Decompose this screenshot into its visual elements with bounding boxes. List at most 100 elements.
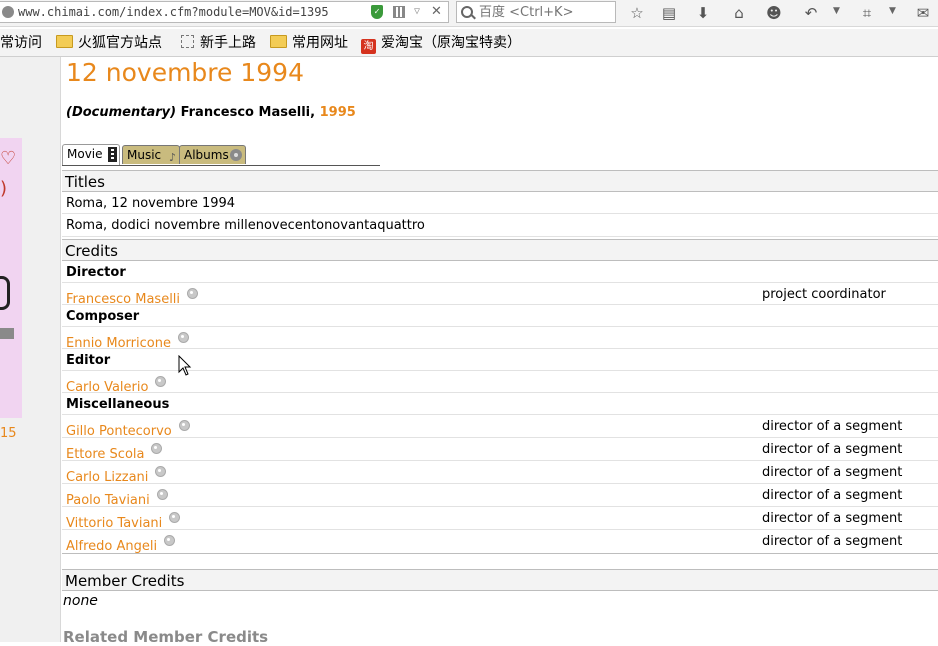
credit-row: Alfredo Angeli director of a segment — [62, 530, 938, 554]
undo-icon[interactable]: ↶ — [801, 3, 821, 23]
close-icon[interactable]: ✕ — [431, 2, 442, 22]
person-link[interactable]: Gillo Pontecorvo — [66, 424, 172, 439]
title-text: Roma, dodici novembre millenovecentonova… — [66, 218, 425, 233]
credit-row: Carlo Lizzani director of a segment — [62, 461, 938, 485]
tab-albums[interactable]: Albums — [179, 145, 246, 164]
music-note-icon: ♪ — [168, 151, 176, 164]
poster-art-shape: ) — [0, 178, 8, 199]
search-icon — [461, 6, 473, 18]
browser-toolbar: www.chimai.com/index.cfm?module=MOV&id=1… — [0, 0, 938, 27]
credits-heading: Credits — [62, 239, 938, 261]
bookmark-label: 火狐官方站点 — [78, 35, 162, 51]
credit-row: Paolo Taviani director of a segment — [62, 484, 938, 508]
credit-row: Francesco Maselli project coordinator — [62, 283, 938, 307]
group-miscellaneous: Miscellaneous — [66, 397, 170, 412]
director-name: Francesco Maselli, — [180, 105, 316, 120]
page-title: 12 novembre 1994 — [66, 58, 304, 87]
person-link[interactable]: Carlo Lizzani — [66, 470, 148, 485]
bookmark-ai-taobao[interactable]: 淘爱淘宝（原淘宝特卖） — [361, 34, 521, 54]
titles-heading: Titles — [62, 170, 938, 192]
poster-art-shape — [0, 328, 14, 339]
poster-art-shape — [0, 276, 10, 310]
bookmark-frequent[interactable]: 常访问 — [0, 34, 42, 52]
folder-icon — [270, 35, 287, 48]
magnifier-icon[interactable] — [169, 512, 181, 523]
credit-role: director of a segment — [762, 488, 903, 503]
member-credits-heading: Member Credits — [62, 569, 938, 591]
film-icon — [108, 147, 117, 162]
group-director: Director — [66, 265, 126, 280]
credit-role: director of a segment — [762, 465, 903, 480]
mouse-cursor-icon — [178, 355, 192, 376]
related-member-credits-heading: Related Member Credits — [63, 628, 269, 646]
bookmark-getting-started[interactable]: 新手上路 — [181, 34, 256, 52]
group-editor: Editor — [66, 353, 111, 368]
globe-icon — [2, 6, 14, 18]
magnifier-icon[interactable] — [155, 466, 167, 477]
group-composer: Composer — [66, 309, 140, 324]
credit-row: Gillo Pontecorvo director of a segment — [62, 415, 938, 439]
credit-group-row: Editor — [62, 349, 938, 371]
magnifier-icon[interactable] — [155, 376, 167, 387]
credit-row: Vittorio Taviani director of a segment — [62, 507, 938, 531]
credit-role: director of a segment — [762, 419, 903, 434]
credit-role: project coordinator — [762, 287, 886, 302]
crop-dropdown-icon[interactable]: ▼ — [889, 6, 896, 16]
disc-icon — [230, 149, 242, 161]
chat-icon[interactable]: ☻ — [764, 3, 784, 23]
title-text: Roma, 12 novembre 1994 — [66, 196, 236, 211]
bookmark-label: 爱淘宝（原淘宝特卖） — [381, 35, 521, 51]
movie-subtitle: (Documentary) Francesco Maselli, 1995 — [66, 105, 356, 120]
bookmark-label: 新手上路 — [200, 35, 256, 51]
reading-list-icon[interactable]: ▤ — [659, 3, 679, 23]
bookmark-firefox-official[interactable]: 火狐官方站点 — [56, 34, 162, 52]
magnifier-icon[interactable] — [151, 443, 163, 454]
tab-label: Music — [127, 148, 162, 162]
credit-role: director of a segment — [762, 534, 903, 549]
page-icon — [181, 35, 194, 48]
search-input[interactable] — [479, 4, 609, 20]
content-tabs: Movie Music ♪ Albums — [62, 144, 380, 166]
security-shield-icon[interactable]: ✓ — [371, 5, 383, 19]
home-icon[interactable]: ⌂ — [729, 3, 749, 23]
search-box[interactable] — [456, 1, 616, 23]
qr-code-icon[interactable] — [393, 6, 405, 18]
address-url[interactable]: www.chimai.com/index.cfm?module=MOV&id=1… — [18, 2, 329, 22]
bookmark-star-icon[interactable]: ☆ — [627, 3, 647, 23]
person-link[interactable]: Paolo Taviani — [66, 493, 150, 508]
magnifier-icon[interactable] — [164, 535, 176, 546]
download-icon[interactable]: ⬇ — [693, 3, 713, 23]
magnifier-icon[interactable] — [177, 332, 189, 343]
title-row: Roma, 12 novembre 1994 — [62, 192, 938, 214]
tab-music[interactable]: Music ♪ — [122, 145, 180, 164]
tab-movie[interactable]: Movie — [62, 144, 120, 165]
person-link[interactable]: Alfredo Angeli — [66, 539, 157, 554]
title-row: Roma, dodici novembre millenovecentonova… — [62, 214, 938, 237]
sidebar-year-link[interactable]: 15 — [0, 426, 17, 441]
genre-label: (Documentary) — [66, 105, 177, 120]
bookmarks-bar: 常访问 火狐官方站点 新手上路 常用网址 淘爱淘宝（原淘宝特卖） — [0, 29, 938, 57]
magnifier-icon[interactable] — [178, 420, 190, 431]
magnifier-icon[interactable] — [156, 489, 168, 500]
tab-label: Movie — [67, 147, 103, 161]
movie-poster-image[interactable]: ♡ ) — [0, 138, 22, 418]
credit-group-row: Composer — [62, 305, 938, 327]
message-icon[interactable]: ✉ — [913, 3, 933, 23]
poster-art-shape: ♡ — [0, 148, 17, 169]
bookmark-common-sites[interactable]: 常用网址 — [270, 34, 348, 52]
history-dropdown-icon[interactable]: ▽ — [414, 2, 420, 22]
address-bar[interactable]: www.chimai.com/index.cfm?module=MOV&id=1… — [0, 1, 449, 23]
member-credits-value: none — [63, 593, 98, 609]
taobao-icon: 淘 — [361, 39, 376, 54]
credit-role: director of a segment — [762, 511, 903, 526]
person-link[interactable]: Vittorio Taviani — [66, 516, 162, 531]
crop-icon[interactable]: ⌗ — [857, 3, 877, 23]
credit-group-row: Miscellaneous — [62, 393, 938, 415]
credit-group-row: Director — [62, 261, 938, 283]
year-link[interactable]: 1995 — [320, 105, 356, 120]
undo-dropdown-icon[interactable]: ▼ — [833, 6, 840, 16]
credit-row: Carlo Valerio — [62, 371, 938, 395]
person-link[interactable]: Ettore Scola — [66, 447, 144, 462]
magnifier-icon[interactable] — [187, 288, 199, 299]
tab-label: Albums — [184, 148, 229, 162]
